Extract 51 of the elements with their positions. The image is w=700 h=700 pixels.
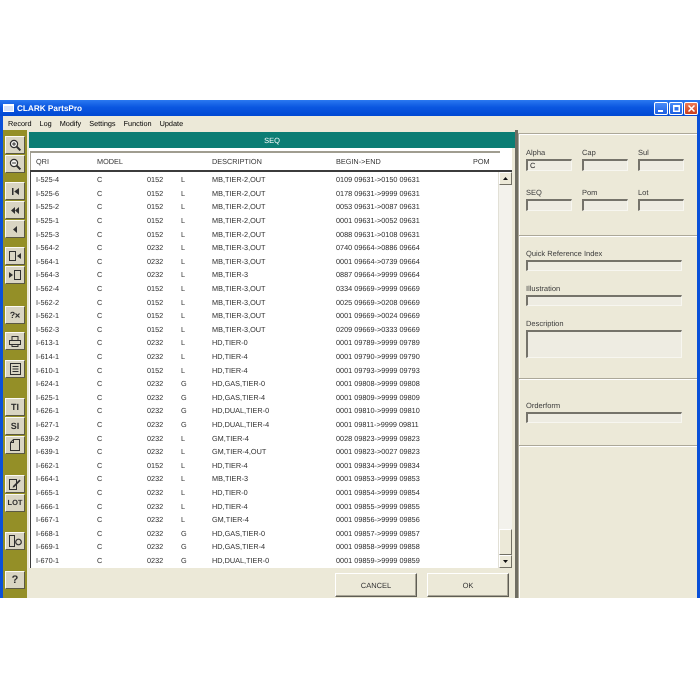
zoom-in-icon bbox=[9, 139, 21, 151]
minimize-button[interactable] bbox=[654, 102, 668, 114]
toolbar-button[interactable] bbox=[5, 182, 25, 200]
maximize-button[interactable] bbox=[669, 102, 683, 114]
close-icon bbox=[688, 104, 694, 112]
zoom-out-icon bbox=[9, 158, 21, 170]
printer-icon bbox=[9, 336, 21, 346]
toolbar-button[interactable] bbox=[5, 220, 25, 238]
rewind-icon bbox=[11, 206, 19, 214]
toolbar-button[interactable] bbox=[5, 136, 25, 154]
toolbar-button[interactable] bbox=[5, 436, 25, 454]
toolbar-button[interactable] bbox=[5, 360, 25, 378]
caret-down-icon bbox=[503, 560, 508, 563]
right-arrow-box-icon bbox=[9, 270, 21, 280]
skip-back-icon bbox=[12, 188, 18, 194]
maximize-icon bbox=[672, 104, 680, 112]
scroll-down-button[interactable] bbox=[499, 555, 512, 568]
page-circle-icon bbox=[8, 535, 22, 547]
toolbar-button[interactable] bbox=[5, 266, 25, 284]
toolbar-button[interactable] bbox=[5, 201, 25, 219]
text-field[interactable] bbox=[526, 260, 682, 271]
window-icon bbox=[3, 104, 14, 112]
left-triangle-icon bbox=[13, 226, 17, 232]
text-field[interactable] bbox=[638, 159, 684, 171]
caret-up-icon bbox=[503, 177, 508, 180]
toolbar-button[interactable] bbox=[5, 247, 25, 265]
text-field[interactable] bbox=[582, 199, 628, 211]
toolbar-button[interactable]: ? bbox=[5, 571, 25, 589]
box-left-arrow-icon bbox=[9, 251, 21, 261]
text-field[interactable] bbox=[582, 159, 628, 171]
edit-icon bbox=[9, 478, 21, 490]
close-button[interactable] bbox=[684, 102, 698, 114]
scroll-thumb[interactable] bbox=[499, 529, 512, 555]
toolbar-button[interactable]: SI bbox=[5, 417, 25, 435]
text-field[interactable] bbox=[526, 199, 572, 211]
text-field[interactable] bbox=[638, 199, 684, 211]
toolbar-button[interactable] bbox=[5, 332, 25, 350]
toolbar-button[interactable] bbox=[5, 532, 25, 550]
text-area[interactable] bbox=[526, 330, 682, 358]
help-button[interactable]: ? bbox=[5, 306, 25, 324]
cross-icon bbox=[15, 312, 20, 318]
window-title: CLARK PartsPro bbox=[17, 104, 84, 112]
toolbar-button[interactable] bbox=[5, 155, 25, 173]
form-icon bbox=[10, 363, 20, 375]
document-icon bbox=[10, 439, 20, 451]
toolbar-button[interactable] bbox=[5, 475, 25, 493]
text-field[interactable] bbox=[526, 295, 682, 306]
text-field[interactable] bbox=[526, 412, 682, 423]
toolbar-button[interactable]: TI bbox=[5, 398, 25, 416]
scrollbar[interactable] bbox=[498, 172, 512, 568]
scroll-up-button[interactable] bbox=[499, 172, 512, 185]
